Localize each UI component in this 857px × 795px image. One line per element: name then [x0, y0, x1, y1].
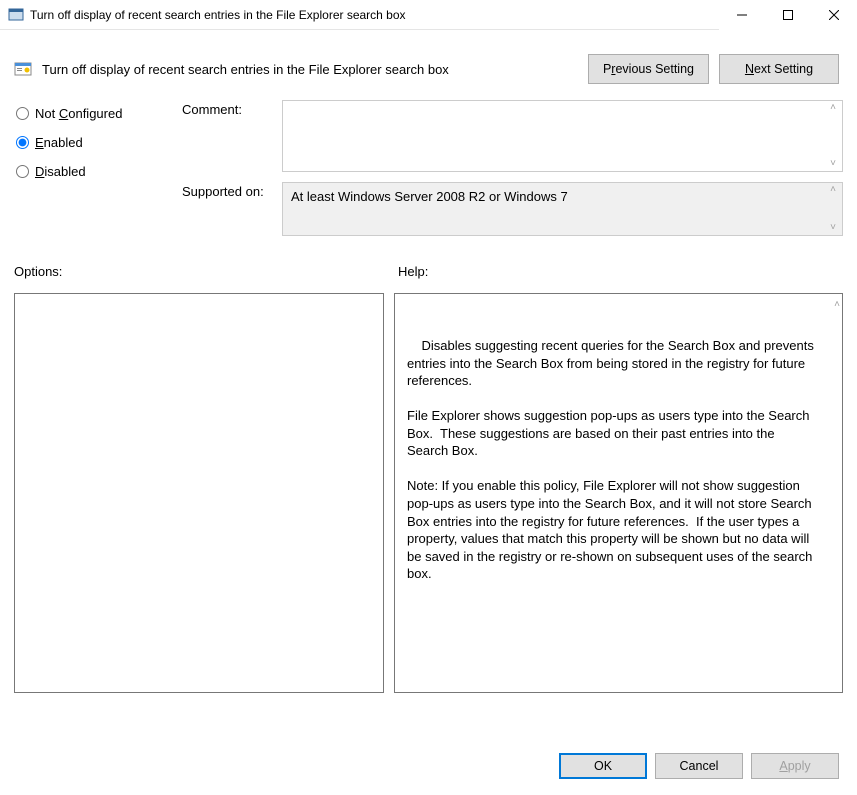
state-radios: Not Configured Enabled Disabled: [14, 100, 182, 246]
scroll-down-icon[interactable]: ˅: [826, 159, 840, 169]
comment-label: Comment:: [182, 100, 282, 172]
help-text: Disables suggesting recent queries for t…: [407, 338, 817, 581]
radio-not-configured[interactable]: Not Configured: [14, 106, 182, 121]
next-setting-button[interactable]: Next Setting: [719, 54, 839, 84]
help-label: Help:: [398, 264, 843, 279]
previous-setting-button[interactable]: Previous Setting: [588, 54, 709, 84]
radio-not-configured-input[interactable]: [16, 107, 29, 120]
ok-button[interactable]: OK: [559, 753, 647, 779]
footer-buttons: OK Cancel Apply: [0, 737, 857, 795]
header: Turn off display of recent search entrie…: [0, 30, 857, 96]
cancel-button[interactable]: Cancel: [655, 753, 743, 779]
window-title: Turn off display of recent search entrie…: [30, 8, 406, 22]
scroll-up-icon[interactable]: ˄: [826, 103, 840, 113]
radio-disabled-input[interactable]: [16, 165, 29, 178]
options-label: Options:: [14, 264, 398, 279]
scroll-down-icon: ˅: [826, 223, 840, 233]
radio-disabled[interactable]: Disabled: [14, 164, 182, 179]
app-icon: [8, 7, 24, 23]
scroll-up-icon[interactable]: ˄: [834, 298, 840, 312]
maximize-button[interactable]: [765, 0, 811, 30]
supported-on-label: Supported on:: [182, 182, 282, 236]
apply-button[interactable]: Apply: [751, 753, 839, 779]
radio-enabled-input[interactable]: [16, 136, 29, 149]
titlebar: Turn off display of recent search entrie…: [0, 0, 857, 30]
pane-labels: Options: Help:: [0, 246, 857, 283]
minimize-button[interactable]: [719, 0, 765, 30]
supported-on-value: At least Windows Server 2008 R2 or Windo…: [282, 182, 843, 236]
page-title: Turn off display of recent search entrie…: [42, 62, 578, 77]
options-pane: [14, 293, 384, 693]
panes: ˄ Disables suggesting recent queries for…: [0, 283, 857, 737]
scroll-up-icon: ˄: [826, 185, 840, 195]
policy-icon: [14, 60, 32, 78]
radio-enabled[interactable]: Enabled: [14, 135, 182, 150]
config-area: Not Configured Enabled Disabled Comment:…: [0, 96, 857, 246]
help-pane: ˄ Disables suggesting recent queries for…: [394, 293, 843, 693]
comment-textarea[interactable]: ˄ ˅: [282, 100, 843, 172]
close-button[interactable]: [811, 0, 857, 30]
